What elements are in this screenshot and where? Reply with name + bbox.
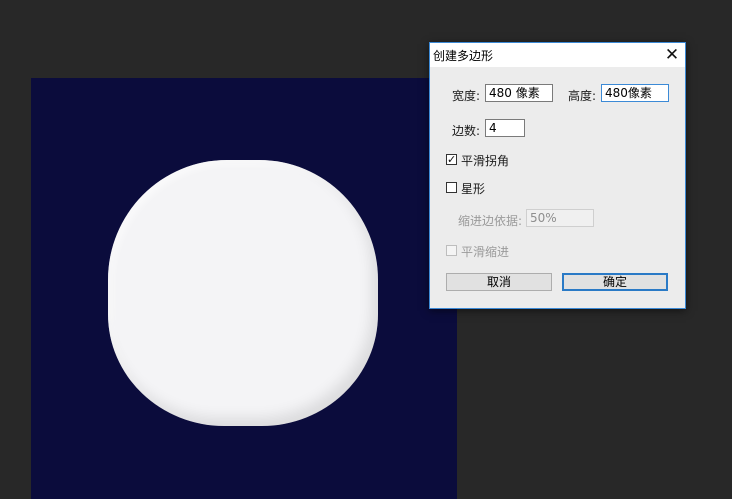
star-checkbox[interactable]	[446, 182, 457, 193]
dialog-title: 创建多边形	[433, 49, 494, 63]
close-icon[interactable]: ✕	[661, 45, 683, 65]
width-label: 宽度:	[452, 89, 481, 103]
height-input[interactable]: 480像素	[601, 84, 669, 102]
smooth-indents-checkbox	[446, 245, 457, 256]
smooth-corners-label[interactable]: 平滑拐角	[461, 152, 509, 169]
create-polygon-dialog: 创建多边形 ✕ 宽度: 480 像素 高度: 480像素 边数: 4 ✓ 平滑拐…	[429, 42, 686, 309]
indent-label: 缩进边依据:	[458, 214, 523, 228]
height-label: 高度:	[568, 89, 597, 103]
rounded-polygon-shape[interactable]	[108, 160, 378, 426]
sides-label: 边数:	[452, 124, 481, 138]
smooth-corners-checkbox[interactable]: ✓	[446, 154, 457, 165]
smooth-indents-label: 平滑缩进	[461, 245, 510, 259]
star-label[interactable]: 星形	[461, 180, 485, 197]
indent-input: 50%	[526, 209, 594, 227]
sides-input[interactable]: 4	[485, 119, 525, 137]
cancel-button[interactable]: 取消	[446, 273, 552, 291]
dialog-titlebar[interactable]: 创建多边形 ✕	[430, 43, 685, 67]
ok-button[interactable]: 确定	[562, 273, 668, 291]
width-input[interactable]: 480 像素	[485, 84, 553, 102]
